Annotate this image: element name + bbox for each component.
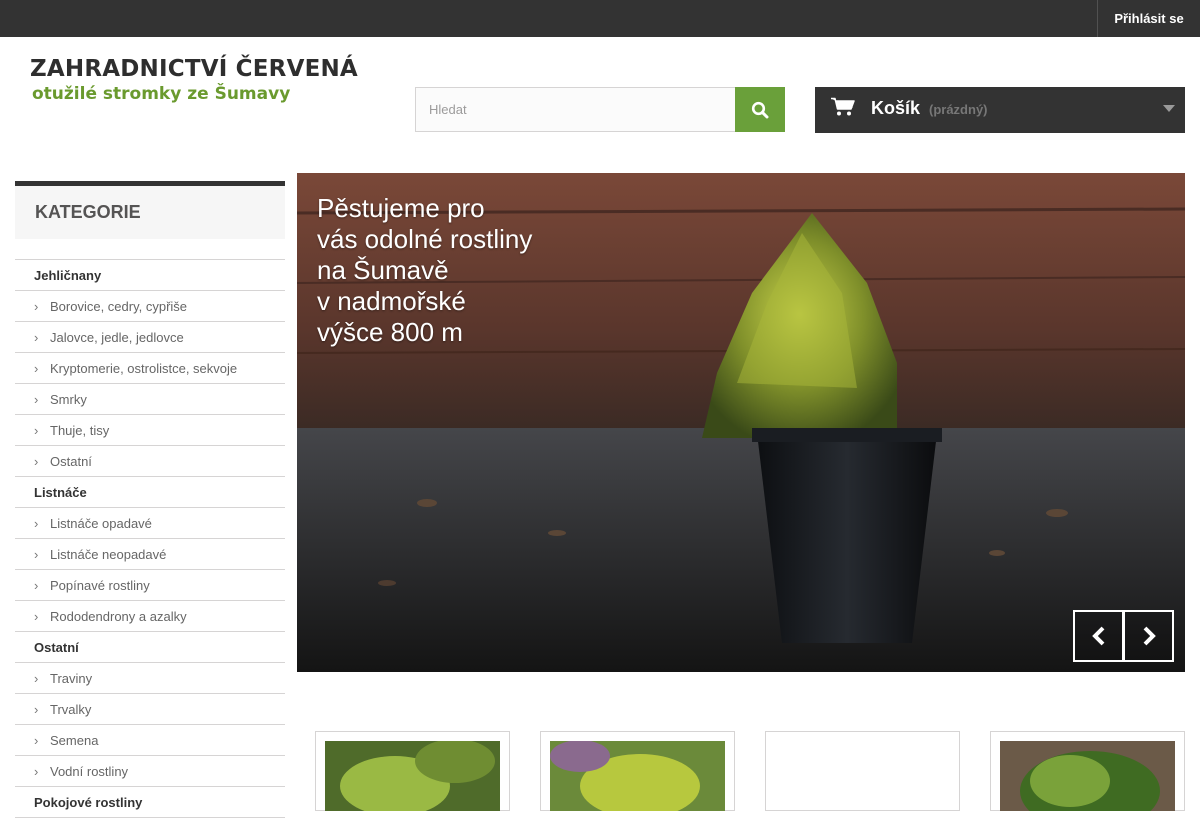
- product-card[interactable]: [765, 731, 960, 811]
- category-label: Ostatní: [34, 639, 79, 655]
- chevron-right-icon: ›: [34, 298, 39, 314]
- chevron-right-icon: ›: [34, 732, 39, 748]
- subcategory-label: Listnáče opadavé: [50, 515, 152, 531]
- subcategory-item[interactable]: › Borovice, cedry, cypřiše: [15, 291, 285, 322]
- product-row: [315, 731, 1185, 811]
- search-icon: [751, 101, 769, 118]
- subcategory-item[interactable]: › Semena: [15, 725, 285, 756]
- site-logo[interactable]: ZAHRADNICTVÍ ČERVENÁ otužilé stromky ze …: [30, 55, 358, 105]
- slider-prev-button[interactable]: [1073, 610, 1124, 662]
- subcategory-item[interactable]: › Vodní rostliny: [15, 756, 285, 787]
- caret-down-icon: [1163, 105, 1175, 112]
- chevron-right-icon: [1143, 626, 1156, 646]
- category-label: Jehličnany: [34, 267, 102, 283]
- subcategory-label: Smrky: [50, 391, 87, 407]
- subcategory-item[interactable]: › Listnáče opadavé: [15, 508, 285, 539]
- cart-icon: [831, 97, 855, 116]
- subcategory-label: Jalovce, jedle, jedlovce: [50, 329, 184, 345]
- subcategory-label: Listnáče neopadavé: [50, 546, 167, 562]
- subcategory-item[interactable]: › Listnáče neopadavé: [15, 539, 285, 570]
- top-bar: Přihlásit se: [0, 0, 1200, 37]
- chevron-right-icon: ›: [34, 701, 39, 717]
- subcategory-item[interactable]: › Smrky: [15, 384, 285, 415]
- product-image: [325, 741, 500, 811]
- subcategory-item[interactable]: › Jalovce, jedle, jedlovce: [15, 322, 285, 353]
- search-button[interactable]: [735, 87, 785, 132]
- subcategory-item[interactable]: › Trvalky: [15, 694, 285, 725]
- subcategory-label: Thuje, tisy: [50, 422, 110, 438]
- category-item[interactable]: Pokojové rostliny: [15, 787, 285, 818]
- chevron-right-icon: ›: [34, 515, 39, 531]
- product-card[interactable]: [315, 731, 510, 811]
- product-card[interactable]: [540, 731, 735, 811]
- subcategory-label: Rododendrony a azalky: [50, 608, 187, 624]
- subcategory-label: Traviny: [50, 670, 93, 686]
- cart-button[interactable]: Košík (prázdný): [815, 87, 1185, 133]
- category-label: Listnáče: [34, 484, 87, 500]
- chevron-right-icon: ›: [34, 670, 39, 686]
- cart-label: Košík: [871, 98, 921, 118]
- logo-title: ZAHRADNICTVÍ ČERVENÁ: [30, 56, 358, 82]
- subcategory-label: Ostatní: [50, 453, 92, 469]
- category-heading: KATEGORIE: [15, 181, 285, 239]
- chevron-right-icon: ›: [34, 422, 39, 438]
- product-image: [1000, 741, 1175, 811]
- product-image: [550, 741, 725, 811]
- subcategory-item[interactable]: › Kryptomerie, ostrolistce, sekvoje: [15, 353, 285, 384]
- subcategory-item[interactable]: › Rododendrony a azalky: [15, 601, 285, 632]
- logo-subtitle: otužilé stromky ze Šumavy: [32, 84, 291, 104]
- chevron-right-icon: ›: [34, 577, 39, 593]
- chevron-right-icon: ›: [34, 546, 39, 562]
- subcategory-item[interactable]: › Popínavé rostliny: [15, 570, 285, 601]
- subcategory-label: Popínavé rostliny: [50, 577, 150, 593]
- category-sidebar: KATEGORIE Jehličnany › Borovice, cedry, c…: [15, 181, 285, 818]
- chevron-right-icon: ›: [34, 763, 39, 779]
- search-input[interactable]: [415, 87, 735, 132]
- subcategory-label: Vodní rostliny: [50, 763, 129, 779]
- chevron-right-icon: ›: [34, 360, 39, 376]
- slide-caption: Pěstujeme pro vás odolné rostliny na Šum…: [317, 193, 533, 347]
- subcategory-label: Borovice, cedry, cypřiše: [50, 298, 188, 314]
- subcategory-item[interactable]: › Traviny: [15, 663, 285, 694]
- chevron-right-icon: ›: [34, 391, 39, 407]
- subcategory-item[interactable]: › Thuje, tisy: [15, 415, 285, 446]
- category-label: Pokojové rostliny: [34, 794, 143, 810]
- subcategory-item[interactable]: › Ostatní: [15, 446, 285, 477]
- product-card[interactable]: [990, 731, 1185, 811]
- subcategory-label: Kryptomerie, ostrolistce, sekvoje: [50, 360, 238, 376]
- subcategory-label: Semena: [50, 732, 99, 748]
- chevron-right-icon: ›: [34, 608, 39, 624]
- category-item[interactable]: Jehličnany: [15, 260, 285, 291]
- cart-status: (prázdný): [929, 102, 988, 117]
- search-form: [415, 87, 785, 132]
- chevron-right-icon: ›: [34, 453, 39, 469]
- category-item[interactable]: Ostatní: [15, 632, 285, 663]
- chevron-left-icon: [1091, 626, 1104, 646]
- category-list: Jehličnany › Borovice, cedry, cypřiše › Ja…: [15, 259, 285, 818]
- chevron-right-icon: ›: [34, 329, 39, 345]
- category-item[interactable]: Listnáče: [15, 477, 285, 508]
- slider-next-button[interactable]: [1123, 610, 1174, 662]
- homepage-slider: Pěstujeme pro vás odolné rostliny na Šum…: [297, 173, 1185, 672]
- login-link[interactable]: Přihlásit se: [1097, 0, 1200, 37]
- subcategory-label: Trvalky: [50, 701, 92, 717]
